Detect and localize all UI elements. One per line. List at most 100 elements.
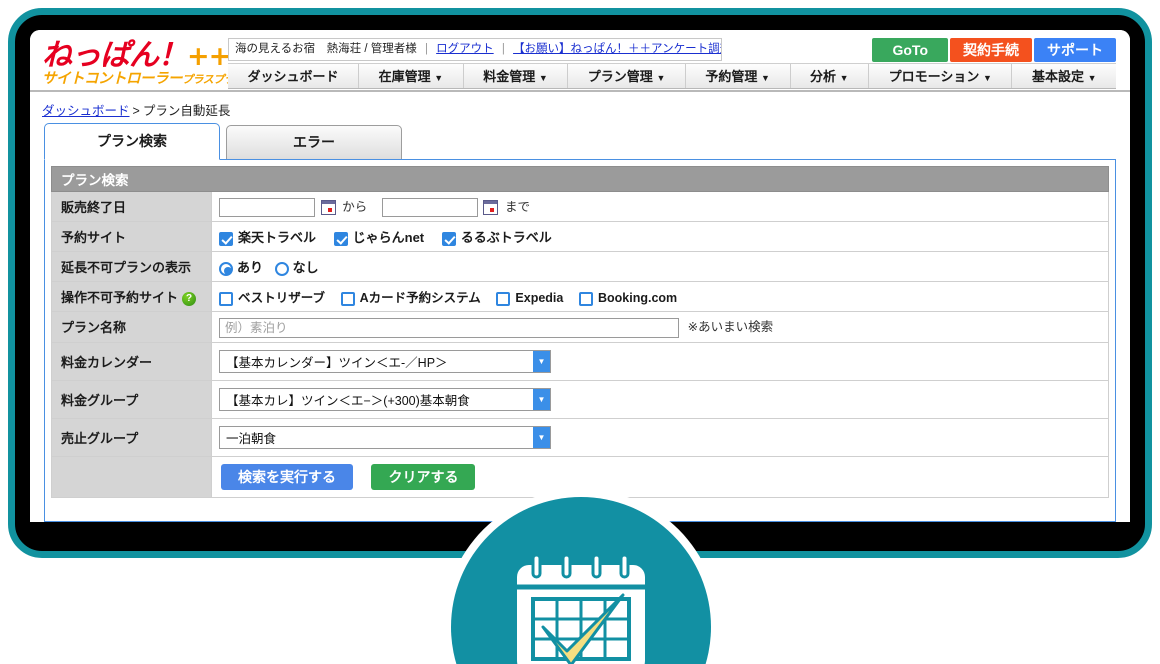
help-icon[interactable]: ? (182, 291, 197, 306)
checkbox-acard-system[interactable]: Aカード予約システム (340, 287, 481, 306)
price-group-selected-value: 【基本カレ】ツイン＜エ−＞(+300)基本朝食 (226, 393, 470, 408)
label-booking-sites: 予約サイト (51, 221, 212, 253)
radio-label: なし (292, 260, 319, 276)
chevron-down-icon: ▼ (1087, 73, 1097, 83)
breadcrumb-separator: > (132, 104, 140, 118)
nav-item-settings[interactable]: 基本設定 ▼ (1012, 64, 1116, 88)
search-button[interactable]: 検索を実行する (221, 463, 353, 490)
calendar-icon[interactable] (320, 200, 336, 216)
row-price-group: 料金グループ 【基本カレ】ツイン＜エ−＞(+300)基本朝食 ▼ (51, 379, 1109, 419)
actions-spacer-cell (51, 455, 212, 498)
chevron-down-icon: ▼ (533, 426, 550, 448)
calendar-icon[interactable] (483, 200, 499, 216)
stop-sale-group-select[interactable]: 一泊朝食 ▼ (219, 425, 551, 449)
chevron-down-icon: ▼ (434, 73, 444, 83)
clear-button[interactable]: クリアする (371, 463, 476, 490)
label-sale-end-date: 販売終了日 (51, 190, 212, 223)
support-button[interactable]: サポート (1034, 38, 1116, 62)
account-name: 海の見えるお宿 熱海荘 / 管理者様 (235, 43, 417, 55)
plan-name-input[interactable]: 例）素泊り (219, 317, 679, 338)
tab-error[interactable]: エラー (226, 125, 402, 160)
radio-show-yes[interactable]: あり (219, 257, 263, 276)
checkbox-checked-icon (333, 231, 348, 246)
checkbox-rakuten-travel[interactable]: 楽天トラベル (219, 227, 316, 246)
neppan-logo: ねっぱん！++ サイトコントローラープラスプラス (42, 38, 245, 88)
nav-label-plan: プラン管理 (587, 69, 653, 84)
breadcrumb-dashboard-link[interactable]: ダッシュボード (42, 104, 130, 118)
radio-unselected-icon (274, 261, 289, 276)
price-group-select[interactable]: 【基本カレ】ツイン＜エ−＞(+300)基本朝食 ▼ (219, 387, 551, 411)
checkbox-unchecked-icon (340, 291, 355, 306)
logo-primary-text: ねっぱん！++ (42, 38, 231, 73)
row-stop-sale-group: 売止グループ 一泊朝食 ▼ (51, 417, 1109, 457)
nav-label-settings: 基本設定 (1031, 69, 1084, 84)
chevron-down-icon: ▼ (533, 388, 550, 410)
screenshot-stage: ねっぱん！++ サイトコントローラープラスプラス 海の見えるお宿 熱海荘 / 管… (0, 0, 1160, 664)
calendar-check-icon (517, 553, 645, 664)
value-unoperable-sites: ベストリザーブ Aカード予約システム Expedia Booking.com (211, 281, 1109, 313)
nav-item-plan[interactable]: プラン管理 ▼ (568, 64, 686, 88)
nav-label-pricing: 料金管理 (483, 69, 536, 84)
chevron-down-icon: ▼ (533, 350, 550, 372)
checkbox-checked-icon (441, 231, 456, 246)
checkbox-unchecked-icon (578, 291, 593, 306)
nav-label-reservation: 予約管理 (705, 69, 758, 84)
value-sale-end-date: から まで (211, 190, 1109, 223)
breadcrumb: ダッシュボード > プラン自動延長 (42, 100, 230, 119)
chevron-down-icon: ▼ (839, 73, 849, 83)
row-sale-end-date: 販売終了日 から まで (51, 190, 1109, 223)
nav-item-inventory[interactable]: 在庫管理 ▼ (359, 64, 464, 88)
logout-link[interactable]: ログアウト (436, 43, 494, 55)
checkbox-jalan-net[interactable]: じゃらんnet (333, 227, 425, 246)
header-divider (30, 90, 1130, 92)
breadcrumb-current: プラン自動延長 (142, 104, 231, 118)
value-price-group: 【基本カレ】ツイン＜エ−＞(+300)基本朝食 ▼ (211, 379, 1109, 419)
checkbox-best-reserve[interactable]: ベストリザーブ (219, 287, 325, 306)
sale-end-date-from-input[interactable] (219, 198, 315, 218)
checkbox-rurubu-travel[interactable]: るるぶトラベル (441, 227, 552, 246)
checkbox-label: 楽天トラベル (238, 230, 317, 246)
checkbox-booking-com[interactable]: Booking.com (578, 291, 678, 306)
value-stop-sale-group: 一泊朝食 ▼ (211, 417, 1109, 457)
label-unoperable-sites: 操作不可予約サイト? (51, 281, 212, 313)
info-separator-2: | (501, 43, 505, 55)
radio-selected-icon (219, 261, 233, 276)
goto-button[interactable]: GoTo (872, 38, 948, 62)
row-unoperable-sites: 操作不可予約サイト? ベストリザーブ Aカード予約システム Expedia Bo… (51, 281, 1109, 313)
checkbox-unchecked-icon (496, 291, 511, 306)
chevron-down-icon: ▼ (656, 73, 666, 83)
label-show-non-extendable: 延長不可プランの表示 (51, 251, 212, 283)
nav-item-reservation[interactable]: 予約管理 ▼ (686, 64, 791, 88)
checkbox-label: ベストリザーブ (238, 291, 326, 306)
radio-show-no[interactable]: なし (274, 257, 319, 276)
price-calendar-select[interactable]: 【基本カレンダー】ツイン＜エ-／HP＞ ▼ (219, 349, 551, 373)
info-separator-1: | (424, 43, 428, 55)
checkbox-label: Booking.com (597, 291, 678, 306)
sale-end-date-to-suffix: まで (504, 200, 530, 214)
tab-label-plan-search: プラン検索 (97, 133, 167, 149)
form-section-header-row: プラン検索 (51, 166, 1109, 192)
row-show-non-extendable: 延長不可プランの表示 あり なし (51, 251, 1109, 283)
label-stop-sale-group: 売止グループ (51, 417, 212, 457)
checkbox-label: るるぶトラベル (460, 230, 552, 246)
tab-plan-search[interactable]: プラン検索 (44, 123, 220, 160)
nav-item-analytics[interactable]: 分析 ▼ (791, 64, 870, 88)
label-plan-name: プラン名称 (51, 311, 212, 343)
value-booking-sites: 楽天トラベル じゃらんnet るるぶトラベル (211, 221, 1109, 253)
form-actions: 検索を実行する クリアする (211, 455, 1109, 498)
survey-notice-link[interactable]: 【お願い】ねっぱん！＋＋アンケート調査ご協… (513, 43, 721, 55)
nav-item-promotion[interactable]: プロモーション ▼ (869, 64, 1013, 88)
nav-label-dashboard: ダッシュボード (247, 69, 339, 84)
nav-item-pricing[interactable]: 料金管理 ▼ (464, 64, 569, 88)
label-price-group: 料金グループ (51, 379, 212, 419)
nav-item-dashboard[interactable]: ダッシュボード (228, 64, 360, 88)
plan-search-panel: プラン検索 販売終了日 から まで 予約サイト 楽天トラベル じゃらんnet る… (44, 159, 1116, 522)
checkbox-checked-icon (219, 231, 233, 246)
contract-button[interactable]: 契約手続 (950, 38, 1032, 62)
checkbox-expedia[interactable]: Expedia (496, 291, 563, 306)
checkbox-unchecked-icon (219, 291, 233, 306)
sale-end-date-to-input[interactable] (381, 198, 478, 218)
checkbox-label: じゃらんnet (352, 230, 425, 246)
tab-bar: プラン検索 エラー (44, 123, 408, 160)
header-action-buttons: GoTo 契約手続 サポート (872, 38, 1116, 62)
